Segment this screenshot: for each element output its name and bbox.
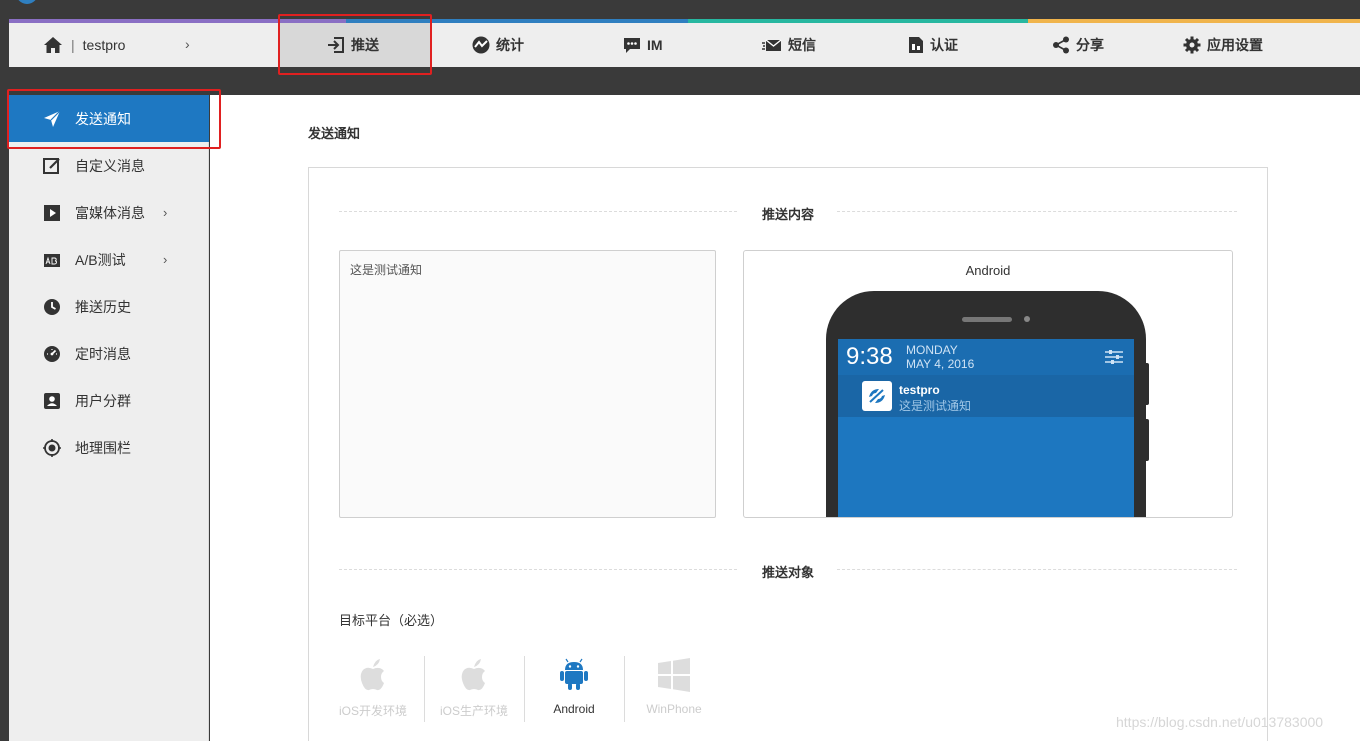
logo [16,0,38,4]
ab-icon [43,251,61,269]
platform-ios-dev[interactable]: iOS开发环境 [323,656,423,722]
geofence-icon [43,438,61,457]
app-icon [862,381,892,411]
preview-weekday: MONDAY [906,343,958,357]
chevron-right-icon: › [163,252,168,267]
platform-label: iOS生产环境 [439,704,508,718]
section-title: 推送内容 [761,207,814,222]
main-nav: | testpro › 推送 统计 IM 短信 认证 分享 应用设置 [9,23,1360,67]
page-title: 发送通知 [308,126,361,141]
section-title: 推送对象 [761,565,814,580]
sidebar-item-ab-test[interactable]: A/B测试 › [9,236,209,283]
sms-icon [762,39,782,51]
sidebar-item-label: 用户分群 [75,392,131,409]
phone-screen: 9:38 MONDAY MAY 4, 2016 testpro 这是测试通知 [838,339,1134,517]
separator: | [71,37,75,53]
watermark: https://blog.csdn.net/u013783000 [1116,714,1324,730]
preview-date-block: MONDAY MAY 4, 2016 [906,343,974,371]
sidebar-item-scheduled[interactable]: 定时消息 [9,330,209,377]
sidebar-item-label: 定时消息 [75,345,131,362]
notification-card: testpro 这是测试通知 [838,375,1134,417]
nav-certify[interactable]: 认证 [908,23,958,67]
status-bar: 9:38 MONDAY MAY 4, 2016 [838,339,1134,375]
divider [837,569,1237,570]
notification-app-name: testpro [899,383,940,397]
sidebar-item-user-segments[interactable]: 用户分群 [9,377,209,424]
sidebar-item-label: 富媒体消息 [75,204,145,221]
platform-label: WinPhone [646,702,702,716]
certify-icon [909,37,923,53]
notification-message: 这是测试通知 [899,399,972,413]
message-content-input[interactable] [339,250,716,518]
preview-platform-label: Android [965,263,1011,278]
preview-date: MAY 4, 2016 [906,357,975,371]
chat-icon [624,38,640,53]
highlight-box-nav-push [278,14,432,75]
highlight-box-send-notification [7,89,221,149]
phone-side-button [1144,419,1149,461]
apple-icon [360,659,384,691]
nav-label: 短信 [788,37,816,53]
nav-label: 应用设置 [1207,37,1263,53]
clock-icon [43,298,61,316]
chevron-right-icon: › [185,36,190,52]
nav-label: 分享 [1076,37,1104,53]
phone-speaker [962,317,1012,322]
phone-camera [1024,316,1030,322]
android-icon [560,658,588,690]
chevron-right-icon: › [163,205,168,220]
home-icon [44,37,62,53]
platform-winphone[interactable]: WinPhone [624,656,724,722]
phone-mockup: 9:38 MONDAY MAY 4, 2016 testpro 这是测试通知 [826,291,1149,517]
sidebar: 发送通知 自定义消息 富媒体消息 › A/B测试 › 推送历史 定时消息 用户分… [9,95,209,741]
platform-android[interactable]: Android [524,656,624,722]
user-group-icon [43,392,61,410]
nav-label: 统计 [496,37,524,53]
nav-im[interactable]: IM [623,23,663,67]
sidebar-item-custom-message[interactable]: 自定义消息 [9,142,209,189]
sidebar-item-label: A/B测试 [75,251,126,268]
nav-stats[interactable]: 统计 [472,23,524,67]
play-icon [43,204,61,222]
apple-icon [461,659,485,691]
notification-preview: Android 9:38 MONDAY MAY 4, 2016 testpro … [743,250,1233,518]
gear-icon [1183,36,1201,54]
preview-time: 9:38 [846,343,893,370]
sidebar-item-push-history[interactable]: 推送历史 [9,283,209,330]
notification-form: 推送内容 Android 9:38 MONDAY MAY 4, 2016 [308,167,1268,741]
platform-label: iOS开发环境 [338,704,407,718]
sidebar-item-label: 自定义消息 [75,157,145,174]
windows-icon [658,658,690,692]
share-icon [1053,36,1069,54]
project-switcher[interactable]: | testpro › [9,23,219,67]
nav-app-settings[interactable]: 应用设置 [1183,23,1263,67]
sliders-icon [1105,350,1123,364]
sidebar-item-label: 推送历史 [75,298,131,315]
nav-label: IM [647,37,663,53]
platform-ios-prod[interactable]: iOS生产环境 [424,656,524,722]
nav-share[interactable]: 分享 [1052,23,1104,67]
sidebar-item-rich-media[interactable]: 富媒体消息 › [9,189,209,236]
sidebar-item-label: 地理围栏 [75,439,131,456]
sidebar-item-geofence[interactable]: 地理围栏 [9,424,209,471]
stats-icon [472,36,490,54]
nav-sms[interactable]: 短信 [762,23,816,67]
edit-icon [43,157,61,175]
timer-icon [43,345,61,363]
section-header-target: 推送对象 [339,560,1237,580]
target-platform-label: 目标平台（必选） [339,613,444,628]
main-content: 发送通知 推送内容 Android 9:38 MONDAY MA [210,95,1360,741]
nav-label: 认证 [930,37,958,53]
project-name: testpro [82,37,126,53]
divider [837,211,1237,212]
platform-label: Android [553,702,595,716]
section-header-content: 推送内容 [339,202,1237,222]
phone-side-button [1144,363,1149,405]
